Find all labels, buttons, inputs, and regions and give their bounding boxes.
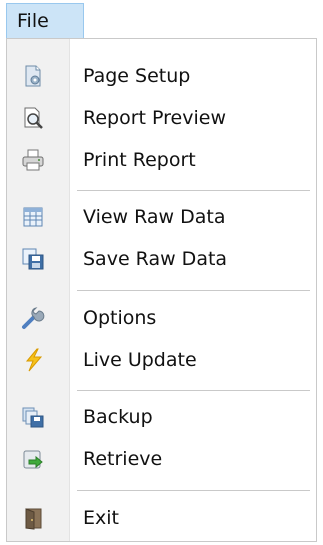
menu-separator (77, 490, 310, 491)
menu-item-label: Print Report (83, 149, 196, 171)
file-dropdown-menu: Page Setup Report Preview Print Report V… (6, 38, 317, 542)
menu-item-report-preview[interactable]: Report Preview (7, 97, 316, 139)
backup-icon (21, 405, 45, 429)
menu-separator (77, 290, 310, 291)
menu-item-label: Exit (83, 507, 119, 529)
menu-item-save-raw-data[interactable]: Save Raw Data (7, 238, 316, 280)
lightning-icon (21, 348, 45, 372)
menu-item-label: Page Setup (83, 65, 191, 87)
menu-separator (77, 190, 310, 191)
exit-door-icon (21, 506, 45, 530)
menu-item-view-raw-data[interactable]: View Raw Data (7, 196, 316, 238)
menu-item-page-setup[interactable]: Page Setup (7, 55, 316, 97)
wrench-icon (21, 306, 45, 330)
menu-item-print-report[interactable]: Print Report (7, 139, 316, 181)
menu-item-retrieve[interactable]: Retrieve (7, 438, 316, 480)
menu-separator (77, 390, 310, 391)
file-menu-label: File (17, 10, 49, 32)
menu-item-label: Live Update (83, 349, 197, 371)
menu-item-exit[interactable]: Exit (7, 497, 316, 539)
menu-item-label: Backup (83, 406, 153, 428)
menu-item-label: Save Raw Data (83, 248, 228, 270)
table-icon (21, 205, 45, 229)
printer-icon (21, 148, 45, 172)
menu-item-label: Retrieve (83, 448, 163, 470)
file-menu-tab[interactable]: File (6, 3, 84, 39)
menu-item-live-update[interactable]: Live Update (7, 339, 316, 381)
menu-item-label: Options (83, 307, 157, 329)
page-setup-icon (21, 64, 45, 88)
menu-item-label: Report Preview (83, 107, 226, 129)
menu-item-label: View Raw Data (83, 206, 226, 228)
retrieve-icon (21, 447, 45, 471)
save-icon (21, 247, 45, 271)
menu-item-backup[interactable]: Backup (7, 396, 316, 438)
report-preview-icon (21, 106, 45, 130)
menu-item-options[interactable]: Options (7, 297, 316, 339)
